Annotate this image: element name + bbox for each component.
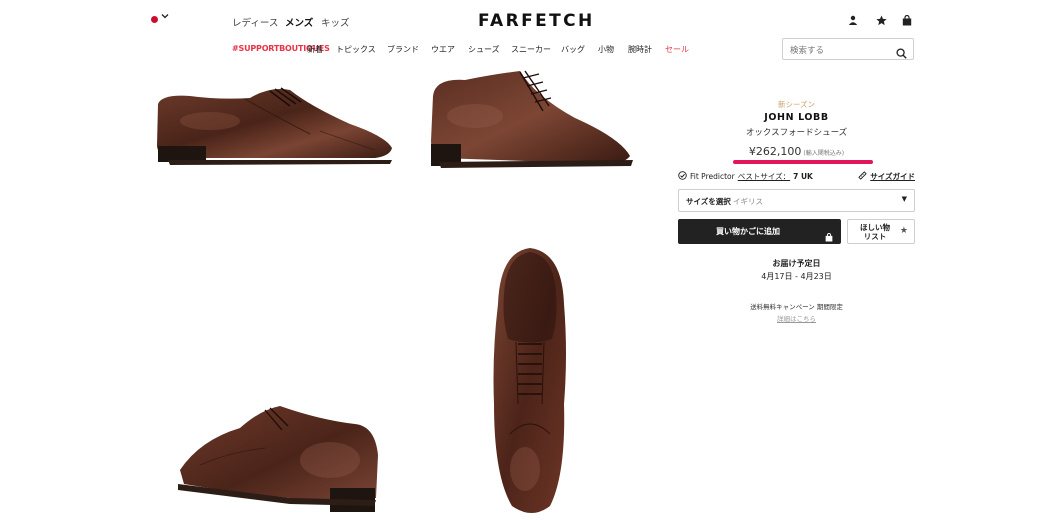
japan-flag-icon[interactable]	[151, 16, 158, 23]
size-country: イギリス	[733, 197, 763, 206]
wishlist-label: ほしい物 リスト	[854, 223, 896, 241]
search-placeholder: 検索する	[790, 46, 825, 56]
season-badge: 新シーズン	[777, 100, 816, 109]
product-name: オックスフォードシューズ	[745, 128, 848, 138]
promo-text: 送料無料キャンペーン 期間限定	[750, 303, 843, 311]
price-highlight-underline	[733, 160, 873, 164]
add-to-bag-button[interactable]: 買い物かごに追加	[678, 219, 841, 244]
account-icon[interactable]	[846, 13, 860, 27]
nav-item-bags[interactable]: バッグ	[561, 44, 585, 55]
brand-name[interactable]: JOHN LOBB	[678, 112, 915, 123]
nav-item-clothing[interactable]: ウエア	[431, 44, 455, 55]
nav-item-shoes[interactable]: シューズ	[468, 44, 500, 55]
fit-predictor-label: Fit Predictor	[690, 172, 735, 181]
add-to-wishlist-button[interactable]: ほしい物 リスト ★	[847, 219, 915, 244]
size-guide-link[interactable]: サイズガイド	[858, 171, 915, 182]
wishlist-label-line2: リスト	[863, 232, 887, 241]
shopping-bag-icon[interactable]	[900, 13, 914, 27]
tab-kids[interactable]: キッズ	[321, 15, 350, 29]
price-value: ¥262,100	[748, 145, 802, 158]
shopping-bag-icon	[825, 227, 833, 246]
delivery-date: 4月17日 - 4月23日	[761, 272, 832, 281]
promo-details-link[interactable]: 詳細はこちら	[678, 313, 915, 323]
fit-predictor[interactable]: Fit Predictor ベストサイズ： 7 UK	[678, 171, 813, 182]
nav-item-watches[interactable]: 腕時計	[628, 44, 652, 55]
shoe-three-quarter-view-image[interactable]	[425, 66, 640, 181]
shoe-side-view-image[interactable]	[150, 76, 400, 176]
search-input[interactable]: 検索する	[782, 38, 914, 60]
farfetch-logo[interactable]: FARFETCH	[478, 11, 595, 31]
delivery-title: お届け予定日	[772, 259, 821, 268]
wishlist-star-icon[interactable]	[874, 13, 888, 27]
nav-item-sale[interactable]: セール	[665, 44, 689, 55]
add-to-bag-label: 買い物かごに追加	[716, 227, 780, 236]
price: ¥262,100 (輸入関税込み)	[678, 145, 915, 158]
fit-predictor-row: Fit Predictor ベストサイズ： 7 UK サイズガイド	[678, 171, 915, 183]
size-guide-label[interactable]: サイズガイド	[870, 171, 915, 182]
tab-womens[interactable]: レディース	[232, 15, 278, 29]
chevron-down-icon[interactable]	[161, 12, 169, 23]
nav-item-sneakers[interactable]: スニーカー	[511, 44, 551, 55]
search-icon[interactable]	[896, 44, 907, 63]
best-size-label[interactable]: ベストサイズ：	[738, 171, 790, 182]
nav-item-accessories[interactable]: 小物	[598, 44, 614, 55]
shoe-rear-view-image[interactable]	[170, 400, 385, 520]
nav-item-topics[interactable]: トピックス	[336, 44, 376, 55]
star-icon: ★	[899, 226, 908, 236]
nav-item-new[interactable]: 新着	[307, 44, 323, 55]
nav-item-brands[interactable]: ブランド	[387, 44, 419, 55]
ruler-icon	[858, 171, 867, 182]
caret-down-icon: ▼	[901, 195, 907, 203]
wishlist-label-line1: ほしい物	[860, 223, 890, 232]
checkmark-icon	[678, 171, 687, 182]
size-select-label: サイズを選択	[686, 197, 731, 206]
best-size-value: 7 UK	[793, 172, 813, 181]
tab-mens[interactable]: メンズ	[285, 15, 313, 29]
shoe-top-view-image[interactable]	[480, 244, 580, 520]
size-select-dropdown[interactable]: サイズを選択 イギリス ▼	[678, 189, 915, 212]
tax-note: (輸入関税込み)	[803, 150, 845, 157]
